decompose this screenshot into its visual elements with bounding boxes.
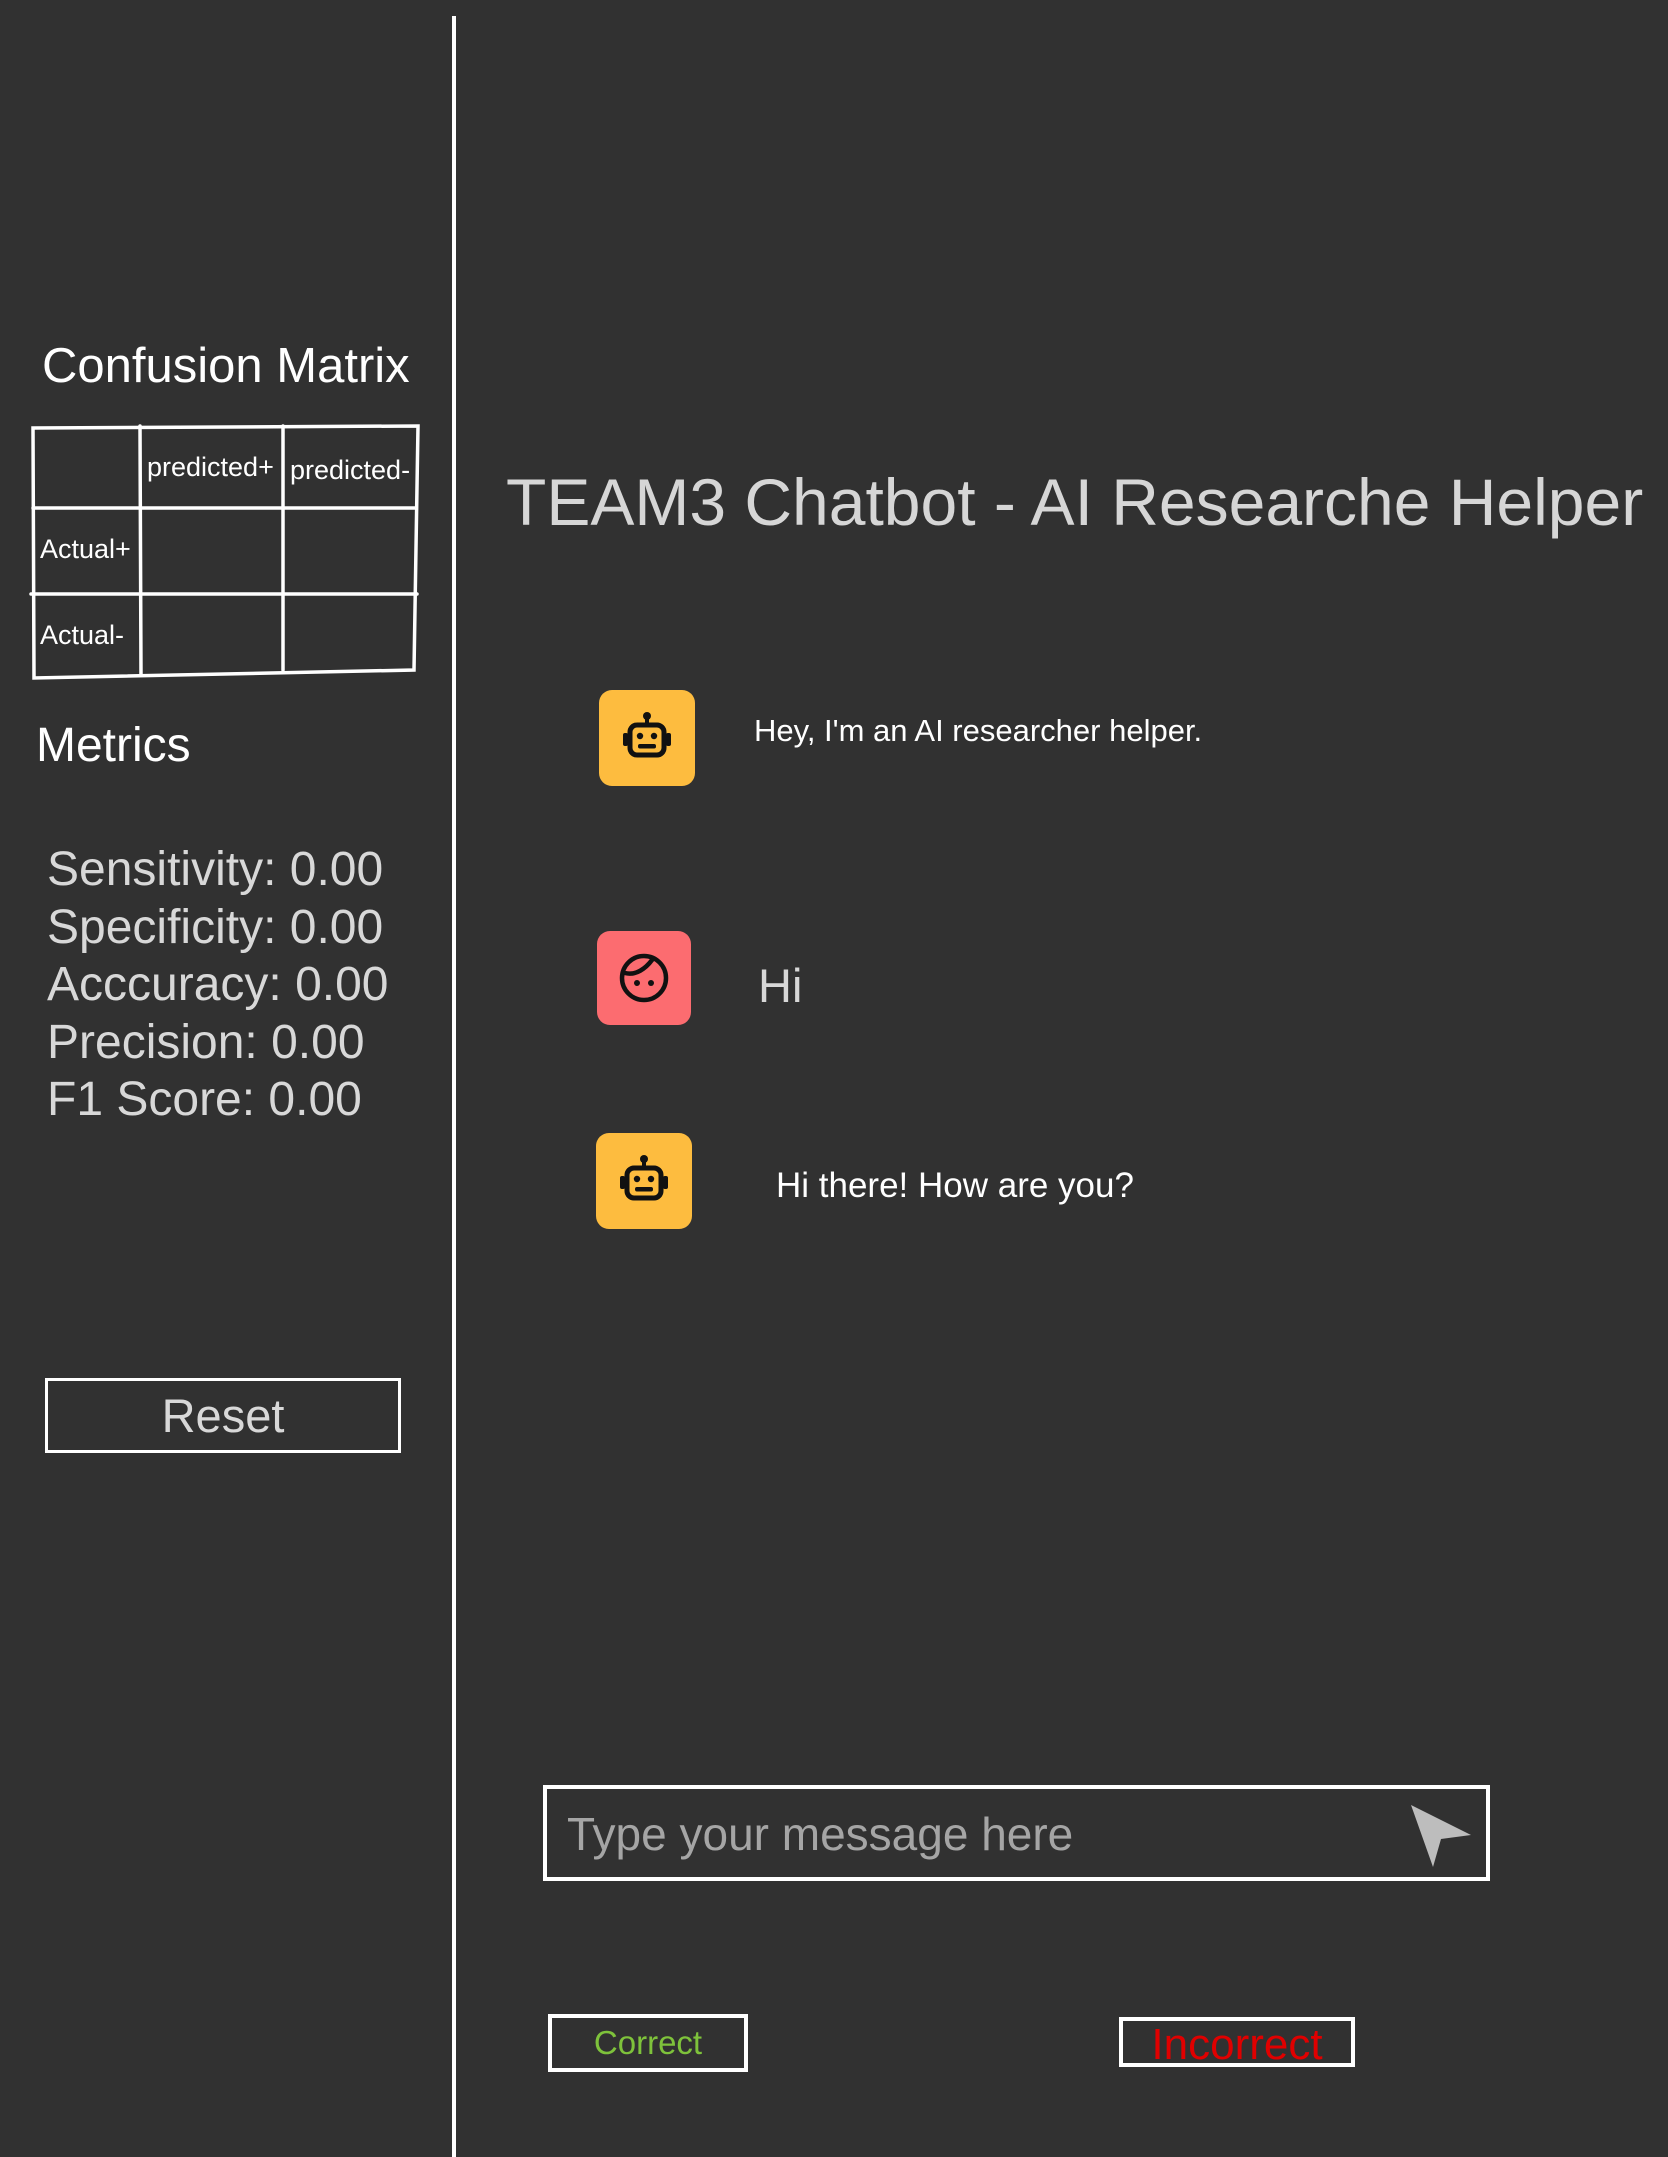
metrics-list: Sensitivity: 0.00 Specificity: 0.00 Accc… [47, 841, 388, 1129]
send-icon[interactable] [1407, 1801, 1475, 1869]
metrics-title: Metrics [36, 719, 191, 772]
cm-row-actual-negative: Actual- [40, 620, 125, 650]
incorrect-button[interactable]: Incorrect [1119, 2017, 1355, 2069]
robot-icon [596, 1133, 692, 1229]
message-input-box [543, 1785, 1490, 1881]
chat-message-user: Hi [758, 959, 803, 1012]
message-input[interactable] [567, 1799, 1347, 1869]
metric-specificity: Specificity: 0.00 [47, 900, 384, 954]
face-icon [597, 931, 691, 1025]
cm-header-predicted-positive: predicted+ [147, 452, 274, 482]
cm-row-actual-positive: Actual+ [40, 534, 131, 564]
cm-header-predicted-negative: predicted- [290, 455, 411, 485]
metric-f1-score: F1 Score: 0.00 [47, 1073, 362, 1126]
chat-message-bot: Hey, I'm an AI researcher helper. [754, 713, 1203, 748]
confusion-matrix-title: Confusion Matrix [42, 339, 410, 393]
metric-accuracy: Acccuracy: 0.00 [47, 958, 389, 1011]
metric-sensitivity: Sensitivity: 0.00 [47, 843, 384, 896]
correct-button[interactable]: Correct [548, 2014, 748, 2072]
metric-precision: Precision: 0.00 [47, 1015, 365, 1069]
sidebar-divider [452, 16, 456, 2157]
reset-button[interactable]: Reset [45, 1378, 401, 1453]
robot-icon [599, 690, 695, 786]
page-title: TEAM3 Chatbot - AI Researche Helper [506, 465, 1644, 539]
chat-message-bot: Hi there! How are you? [776, 1166, 1134, 1205]
